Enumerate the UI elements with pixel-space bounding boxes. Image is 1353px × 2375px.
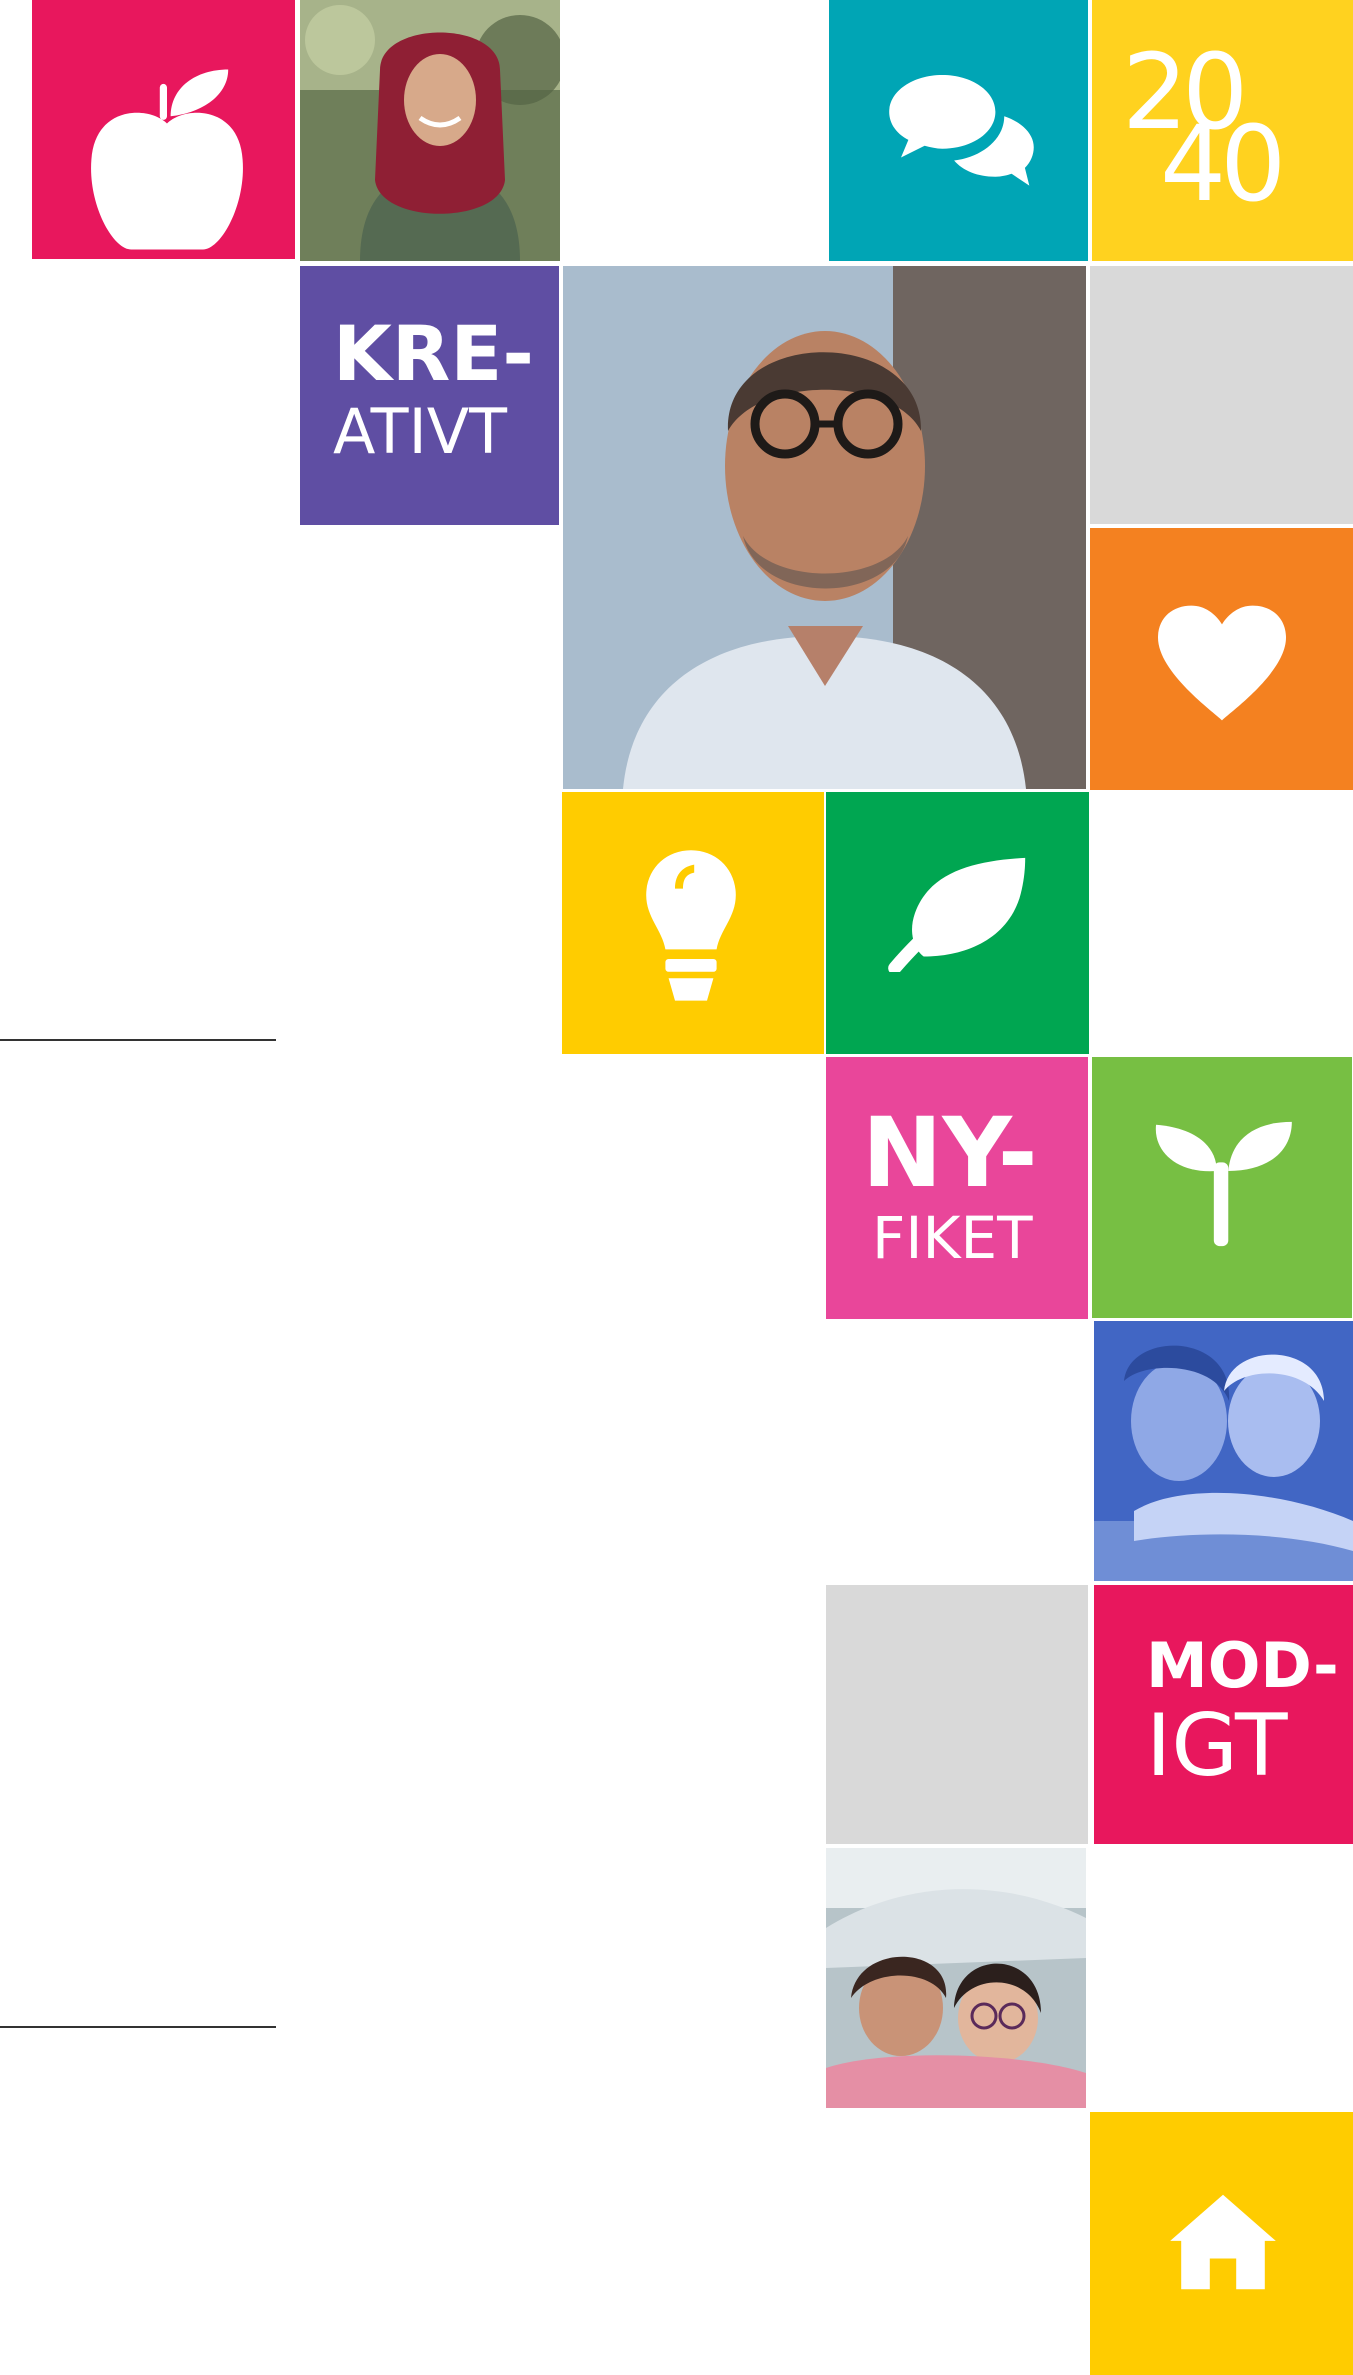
year-bottom: 40 [1160,103,1286,225]
sprout-icon [1155,1121,1292,1247]
heart-icon [1158,605,1286,721]
woman-hijab-photo [300,0,560,261]
man-glasses-photo [563,266,1086,789]
year-tile: 20 40 [1092,0,1353,261]
home-tile [1090,2112,1353,2375]
chat-tile [829,0,1088,261]
kreativt-line2: ATIVT [333,395,508,468]
grey-tile-top [1090,266,1353,524]
nyfiket-line1: NY- [862,1097,1038,1209]
apple-icon [91,69,243,250]
leaf-icon [888,857,1026,972]
kreativt-line1: KRE- [333,309,534,398]
leaf-tile [826,792,1089,1054]
speech-bubbles-icon [889,74,1034,186]
house-icon [1170,2194,1276,2290]
kreativt-tile: KRE- ATIVT [300,266,559,525]
nyfiket-tile: NY- FIKET [826,1057,1088,1319]
nyfiket-line2: FIKET [872,1204,1033,1272]
grey-tile-bottom [826,1585,1088,1844]
heart-tile [1090,528,1353,790]
sprout-tile [1092,1057,1352,1318]
modigt-line1: MOD- [1146,1629,1339,1702]
divider-line-upper [0,1039,276,1041]
girls-blanket-photo [826,1848,1086,2108]
modigt-line2: IGT [1146,1696,1288,1796]
modigt-tile: MOD- IGT [1094,1585,1353,1844]
divider-line-lower [0,2026,276,2028]
apple-tile [32,0,295,259]
lightbulb-icon [646,850,736,1001]
lightbulb-tile [562,792,824,1054]
grandmother-child-photo [1094,1321,1353,1581]
